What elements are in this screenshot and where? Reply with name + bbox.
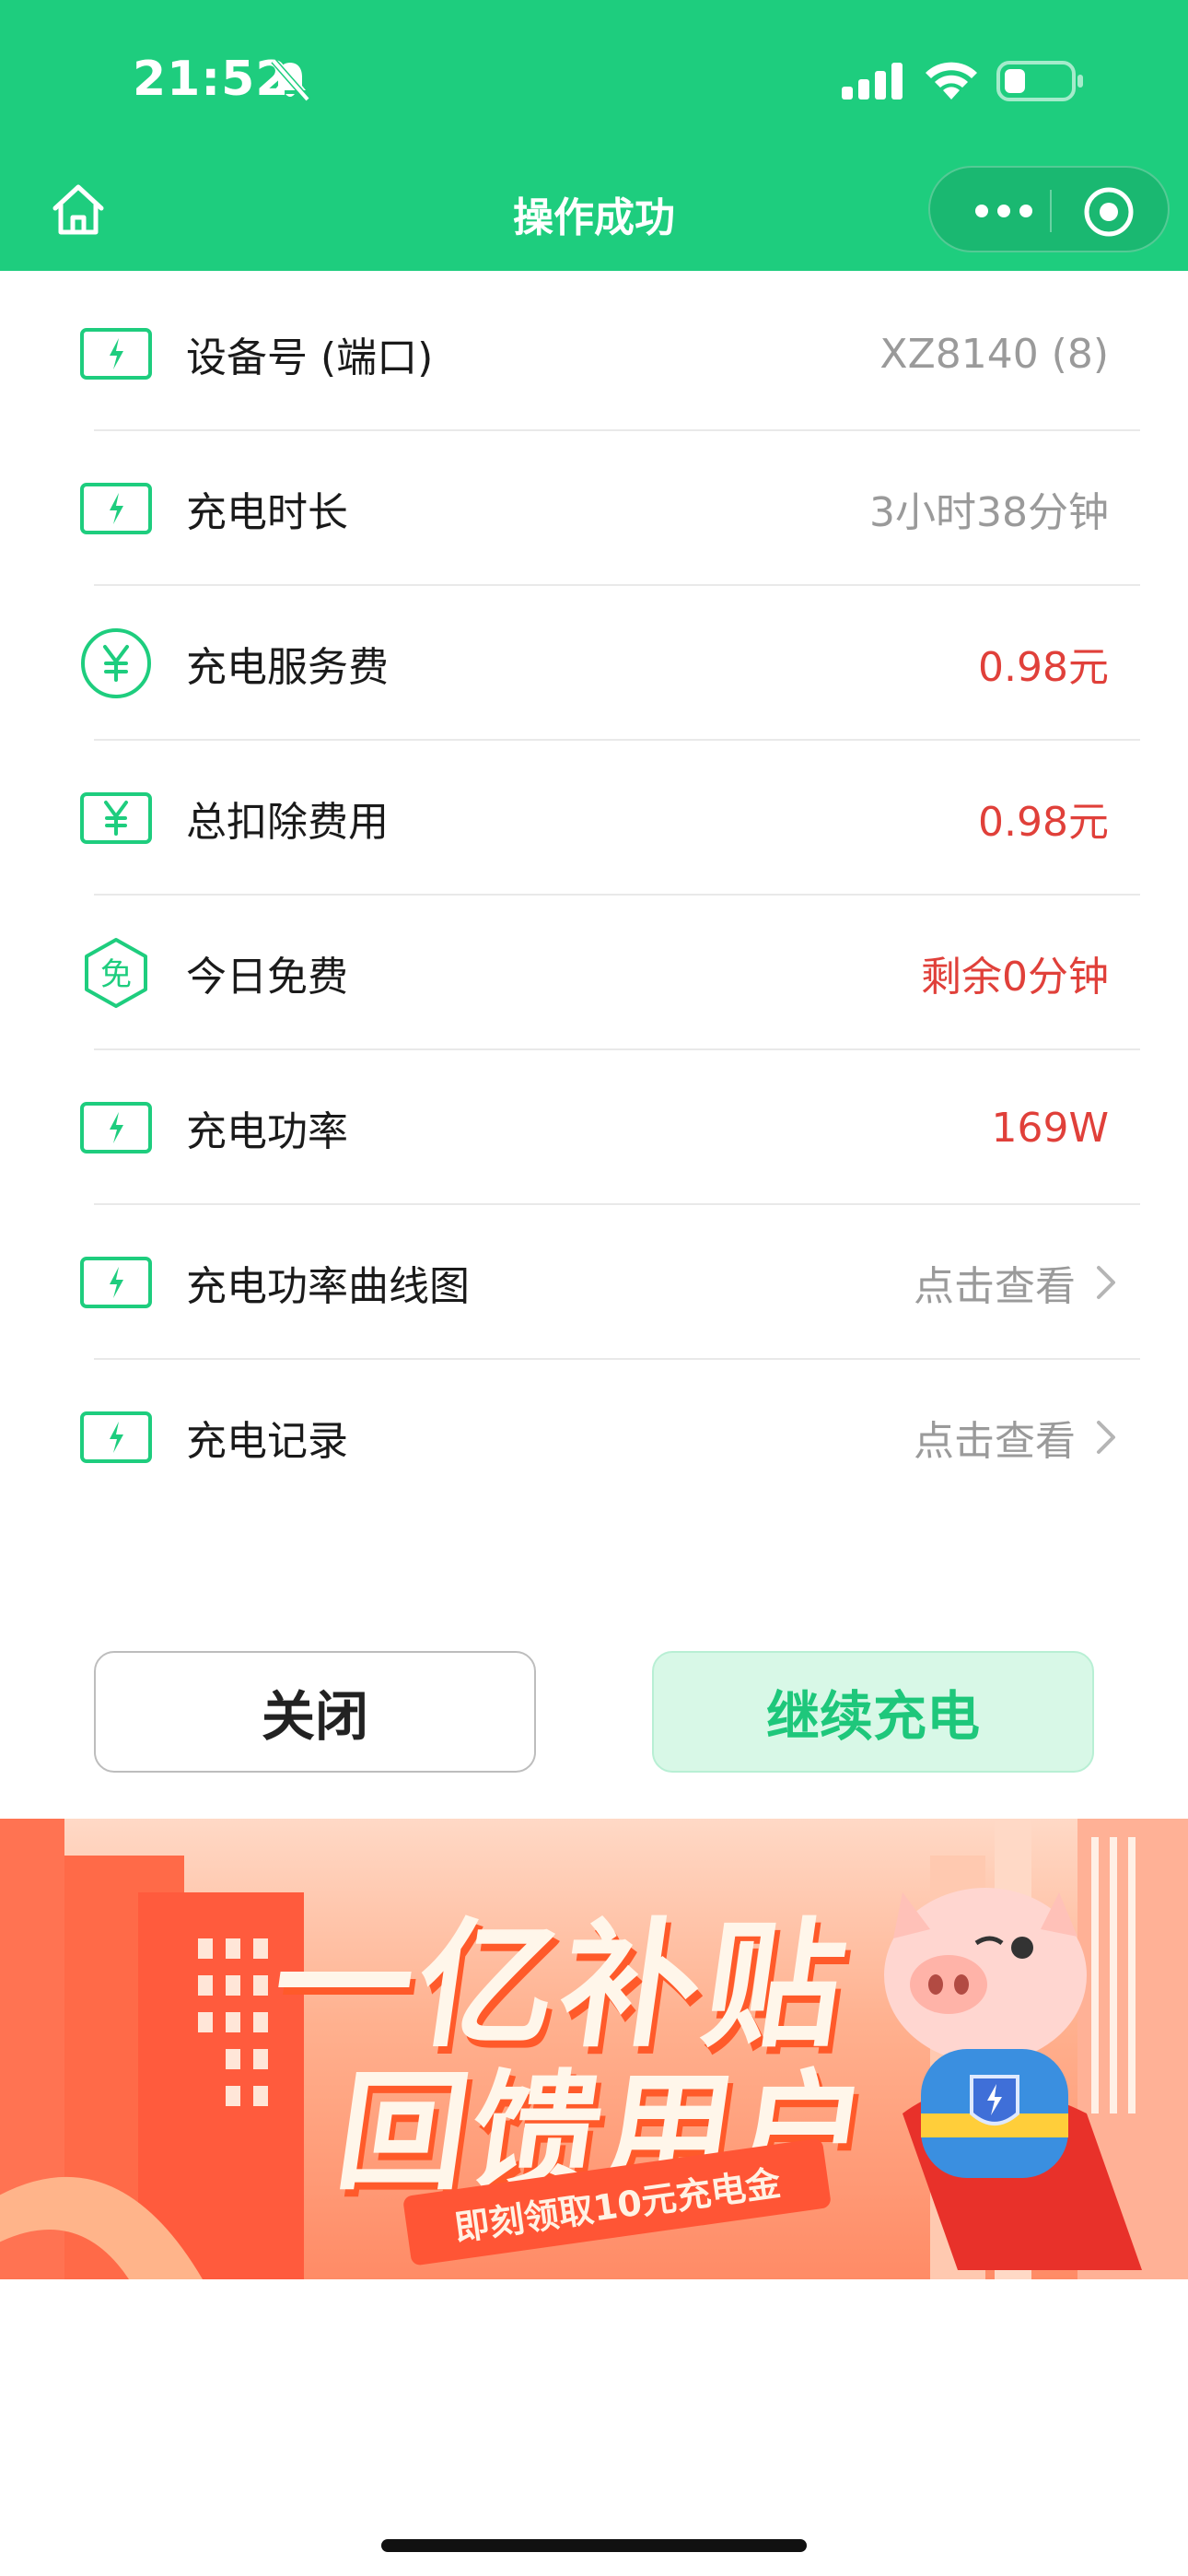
top-bar: 21:52 操作成功	[0, 0, 1188, 271]
cellular-signal-icon	[842, 63, 903, 100]
miniprogram-capsule	[928, 166, 1170, 252]
bolt-box-icon	[79, 324, 153, 383]
chevron-right-icon	[1097, 1266, 1115, 1299]
list-item-charge-records[interactable]: 充电记录 点击查看	[0, 1360, 1188, 1515]
chevron-right-icon	[1097, 1421, 1115, 1454]
free-hexagon-text: 免	[100, 956, 132, 993]
row-value: 0.98元	[978, 799, 1109, 846]
row-label: 充电服务费	[186, 644, 389, 691]
free-hexagon-icon: 免	[79, 938, 153, 1008]
yen-circle-icon	[79, 628, 153, 698]
row-label: 充电功率	[186, 1108, 348, 1155]
continue-charging-button[interactable]: 继续充电	[652, 1651, 1094, 1773]
row-label: 充电时长	[186, 489, 348, 536]
bell-muted-icon	[271, 58, 310, 102]
row-value: 0.98元	[978, 644, 1109, 691]
view-link-text: 点击查看	[914, 1263, 1076, 1310]
list-item-free-today: 免 今日免费 剩余0分钟	[0, 896, 1188, 1050]
more-dots-icon	[975, 205, 1032, 217]
list-item-device: 设备号 (端口) XZ8140 (8)	[0, 276, 1188, 431]
bolt-box-icon	[79, 1098, 153, 1157]
home-indicator	[381, 2539, 807, 2552]
home-button[interactable]	[46, 177, 111, 241]
row-label: 今日免费	[186, 954, 348, 1001]
row-value-link[interactable]: 点击查看	[914, 1360, 1118, 1515]
pig-mascot-illustration	[884, 1888, 1142, 2270]
list-item-total-fee: 总扣除费用 0.98元	[0, 741, 1188, 896]
row-value: XZ8140 (8)	[879, 330, 1109, 378]
list-item-duration: 充电时长 3小时38分钟	[0, 431, 1188, 586]
row-label: 设备号 (端口)	[186, 334, 434, 381]
list-item-power: 充电功率 169W	[0, 1050, 1188, 1205]
list-item-power-curve[interactable]: 充电功率曲线图 点击查看	[0, 1205, 1188, 1360]
wifi-icon	[926, 62, 977, 100]
nav-bar: 操作成功	[0, 157, 1188, 271]
row-label: 充电功率曲线图	[186, 1263, 470, 1310]
row-value: 169W	[991, 1104, 1110, 1152]
close-button[interactable]: 关闭	[94, 1651, 536, 1773]
row-value: 剩余0分钟	[921, 954, 1109, 1001]
yen-box-icon	[79, 789, 153, 848]
status-time: 21:52	[133, 52, 290, 107]
home-icon	[52, 184, 104, 235]
more-button[interactable]	[967, 188, 1041, 234]
row-label: 总扣除费用	[186, 799, 389, 846]
list-item-service-fee: 充电服务费 0.98元	[0, 586, 1188, 741]
row-label: 充电记录	[186, 1418, 348, 1465]
capsule-divider	[1050, 190, 1052, 232]
close-miniprogram-button[interactable]	[1083, 186, 1135, 238]
status-bar: 21:52	[0, 0, 1188, 157]
promo-banner[interactable]: 一亿补贴 回馈用户 即刻领取10元充电金	[0, 1819, 1188, 2279]
bolt-box-icon	[79, 1408, 153, 1467]
bolt-box-icon	[79, 1253, 153, 1312]
view-link-text: 点击查看	[914, 1418, 1076, 1465]
row-value: 3小时38分钟	[869, 489, 1109, 536]
bolt-box-icon	[79, 479, 153, 538]
battery-icon	[996, 61, 1083, 101]
row-value-link[interactable]: 点击查看	[914, 1205, 1118, 1360]
